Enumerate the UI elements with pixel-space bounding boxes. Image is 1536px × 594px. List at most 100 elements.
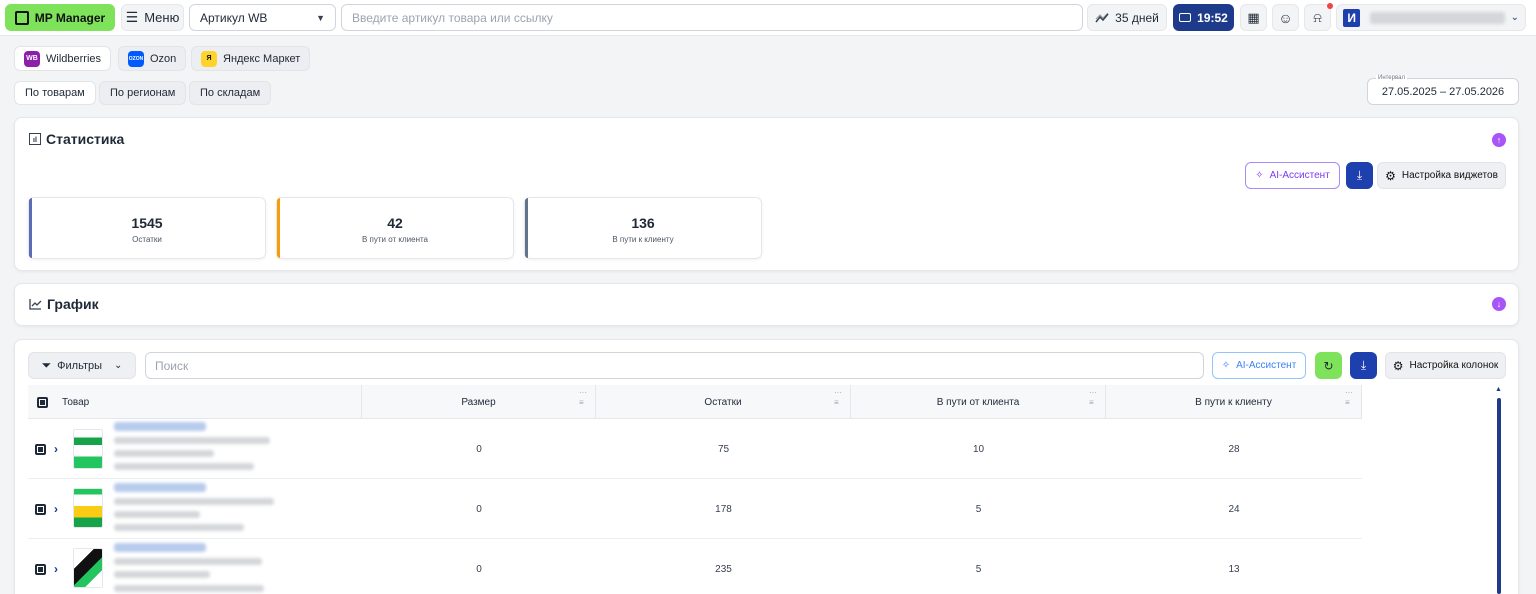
column-menu-icon[interactable]: ··· ≡	[1089, 388, 1097, 408]
cell-to-client: 24	[1228, 503, 1240, 515]
header-label: Товар	[62, 396, 90, 408]
gear-icon: ⚙	[1385, 168, 1396, 183]
refresh-button[interactable]: ↻	[1315, 352, 1342, 379]
date-interval-field[interactable]: Интервал 27.05.2025 – 27.05.2026	[1367, 75, 1519, 105]
article-type-select[interactable]: Артикул WB ▼	[189, 4, 336, 31]
product-link-blurred[interactable]	[114, 543, 206, 552]
ai-assistant-button[interactable]: ✧ AI-Ассистент	[1245, 162, 1340, 189]
menu-label: Меню	[144, 10, 180, 25]
time-label: 19:52	[1197, 10, 1228, 25]
product-link-blurred[interactable]	[114, 483, 206, 492]
product-thumbnail[interactable]	[73, 429, 103, 469]
tab-by-warehouses[interactable]: По складам	[189, 81, 272, 105]
cell-from-client: 5	[975, 503, 982, 515]
product-thumbnail[interactable]	[73, 548, 103, 588]
stats-title: ıl Статистика	[29, 131, 124, 147]
ozon-icon: OZON	[128, 50, 144, 67]
smile-button[interactable]: ☺	[1272, 4, 1299, 31]
tab-label: По складам	[200, 87, 261, 99]
product-info-blurred	[114, 463, 254, 470]
column-settings-label: Настройка колонок	[1409, 360, 1499, 371]
ai-assistant-label: AI-Ассистент	[1269, 170, 1330, 181]
scroll-up-arrow[interactable]: ▲	[1495, 386, 1502, 393]
stat-value: 1545	[131, 215, 163, 231]
marketplace-wildberries[interactable]: WB Wildberries	[14, 46, 112, 71]
product-info-blurred	[114, 511, 200, 518]
header-label: В пути к клиенту	[1195, 396, 1272, 408]
header-to-client[interactable]: В пути к клиенту ··· ≡	[1106, 385, 1362, 419]
vertical-scrollbar[interactable]	[1497, 398, 1501, 594]
table-row[interactable]: › 0 178 5 24	[28, 479, 1362, 539]
chevron-down-icon: ⌄	[114, 360, 123, 371]
filters-button[interactable]: ⏷ Фильтры ⌄	[28, 352, 136, 379]
stat-card-to-client: 136 В пути к клиенту	[524, 197, 762, 259]
table-row[interactable]: › 0 75 10 28	[28, 419, 1362, 479]
table-ai-assistant-button[interactable]: ✧ AI-Ассистент	[1212, 352, 1306, 379]
column-settings-button[interactable]: ⚙ Настройка колонок	[1385, 352, 1506, 379]
tab-by-regions[interactable]: По регионам	[99, 81, 187, 105]
select-all-checkbox[interactable]	[37, 396, 48, 408]
cell-to-client: 28	[1228, 443, 1240, 455]
product-info-blurred	[114, 437, 270, 444]
video-time-button[interactable]: 19:52	[1173, 4, 1234, 31]
cell-from-client: 5	[975, 563, 982, 575]
article-search-input[interactable]: Введите артикул товара или ссылку	[341, 4, 1083, 31]
marketplace-label: Wildberries	[46, 52, 102, 65]
download-button[interactable]: ⤓	[1346, 162, 1373, 189]
header-from-client[interactable]: В пути от клиента ··· ≡	[851, 385, 1106, 419]
tab-by-products[interactable]: По товарам	[14, 81, 96, 105]
header-size[interactable]: Размер ··· ≡	[362, 385, 596, 419]
product-info-blurred	[114, 558, 262, 565]
column-menu-icon[interactable]: ··· ≡	[1345, 388, 1353, 408]
stat-value: 136	[631, 215, 655, 231]
logo-label: MP Manager	[34, 10, 106, 25]
header-product[interactable]: Товар	[28, 385, 362, 419]
widget-settings-button[interactable]: ⚙ Настройка виджетов	[1377, 162, 1506, 189]
row-checkbox[interactable]	[35, 443, 46, 455]
period-button[interactable]: 35 дней	[1087, 4, 1167, 31]
expand-row-icon[interactable]: ›	[54, 562, 58, 576]
expand-chart-icon[interactable]: ↓	[1492, 297, 1506, 311]
logo-icon	[14, 10, 29, 25]
bar-chart-icon: ıl	[29, 133, 41, 145]
marketplace-ozon[interactable]: OZON Ozon	[118, 46, 187, 71]
cell-to-client: 13	[1228, 563, 1240, 575]
row-checkbox[interactable]	[35, 503, 46, 515]
expand-row-icon[interactable]: ›	[54, 442, 58, 456]
marketplace-label: Яндекс Маркет	[223, 52, 301, 65]
cell-size: 0	[476, 503, 482, 515]
account-menu[interactable]: И ⌄	[1336, 4, 1526, 31]
menu-button[interactable]: ☰ Меню	[121, 4, 184, 31]
article-type-value: Артикул WB	[200, 10, 268, 25]
filters-label: Фильтры	[57, 359, 103, 372]
calendar-icon: ▦	[1247, 9, 1260, 25]
gear-icon: ⚙	[1392, 358, 1404, 373]
stats-title-text: Статистика	[46, 131, 125, 147]
stat-label: Остатки	[132, 235, 162, 244]
stat-card-stock: 1545 Остатки	[28, 197, 266, 259]
expand-row-icon[interactable]: ›	[54, 502, 58, 516]
tab-label: По товарам	[25, 87, 85, 99]
product-info-blurred	[114, 524, 244, 531]
chart-title: График	[29, 296, 99, 312]
row-checkbox[interactable]	[35, 563, 46, 575]
calendar-button[interactable]: ▦	[1240, 4, 1267, 31]
download-icon: ⤓	[1360, 358, 1367, 372]
collapse-stats-icon[interactable]: ↑	[1492, 133, 1506, 147]
table-search-input[interactable]: Поиск	[145, 352, 1204, 379]
column-menu-icon[interactable]: ··· ≡	[579, 388, 587, 408]
table-download-button[interactable]: ⤓	[1350, 352, 1377, 379]
line-chart-icon	[29, 299, 42, 310]
product-link-blurred[interactable]	[114, 422, 206, 431]
table-row[interactable]: › 0 235 5 13	[28, 539, 1362, 594]
stat-label: В пути от клиента	[361, 235, 429, 244]
product-thumbnail[interactable]	[73, 488, 103, 528]
article-search-placeholder: Введите артикул товара или ссылку	[352, 10, 553, 25]
logo-button[interactable]: MP Manager	[5, 4, 115, 31]
header-stock[interactable]: Остатки ··· ≡	[596, 385, 851, 419]
refresh-icon: ↻	[1323, 358, 1334, 373]
marketplace-yandex[interactable]: Я Яндекс Маркет	[191, 46, 311, 71]
column-menu-icon[interactable]: ··· ≡	[834, 388, 842, 408]
header-label: Остатки	[704, 396, 742, 408]
header-label: В пути от клиента	[936, 396, 1020, 408]
